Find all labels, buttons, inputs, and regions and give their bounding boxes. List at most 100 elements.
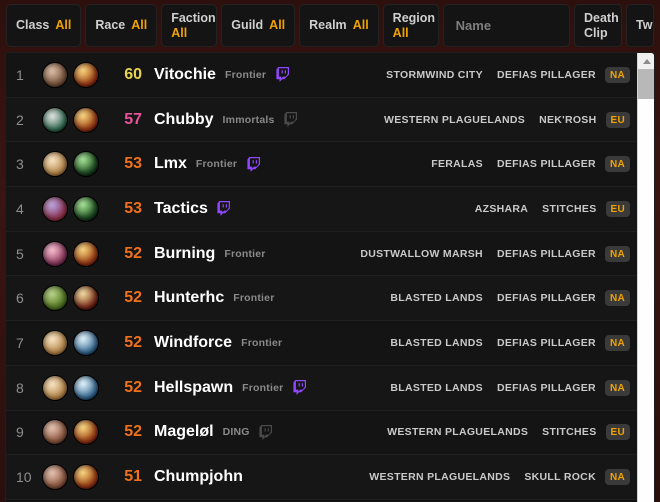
row-realm: NEK'ROSH (539, 113, 597, 126)
filter-button-guild[interactable]: Guild All (221, 4, 296, 47)
row-region-badge: NA (604, 334, 630, 351)
row-character-name[interactable]: Burning (154, 245, 215, 263)
table-row[interactable]: 10 51 Chumpjohn WESTERN PLAGUELANDS SKULL RO… (6, 455, 638, 500)
row-guild[interactable]: Immortals (223, 114, 275, 126)
row-zone: WESTERN PLAGUELANDS (387, 426, 529, 439)
scrollbar-track[interactable] (638, 99, 654, 502)
human-female-portrait (42, 374, 68, 401)
row-realm: STITCHES (542, 202, 597, 215)
filter-value-guild: All (269, 18, 286, 33)
row-icons (42, 240, 99, 267)
row-icons (42, 61, 99, 88)
filter-button-realm[interactable]: Realm All (299, 4, 379, 47)
row-guild[interactable]: Frontier (225, 69, 266, 81)
table-row[interactable]: 8 52 Hellspawn Frontier BLASTED LANDS DEFIAS … (6, 365, 638, 411)
row-character-name[interactable]: Chubby (154, 111, 214, 129)
table-row[interactable]: 1 60 Vitochie Frontier STORMWIND CITY DEFIAS … (6, 53, 638, 98)
row-icons (42, 374, 99, 401)
filter-button-region[interactable]: Region All (382, 4, 439, 47)
death-clip-label-line1: Death (584, 11, 619, 26)
twitch-icon[interactable] (292, 380, 307, 396)
human-female-portrait (42, 329, 68, 356)
row-level: 52 (124, 244, 142, 262)
row-guild[interactable]: Frontier (241, 337, 282, 349)
row-region-badge: NA (604, 66, 630, 83)
row-character-name[interactable]: Windforce (154, 334, 232, 352)
scrollbar-thumb[interactable] (638, 69, 654, 99)
table-row[interactable]: 2 57 Chubby Immortals WESTERN PLAGUELANDS NEK… (6, 97, 638, 143)
dwarf-male-portrait (42, 464, 68, 491)
row-region-badge: NA (604, 156, 630, 173)
death-clip-label-line2: Clip (584, 25, 608, 40)
row-icons (42, 329, 99, 356)
row-character-name[interactable]: Mageløl (154, 423, 214, 441)
row-character-name[interactable]: Chumpjohn (154, 468, 243, 486)
row-rank: 1 (16, 66, 24, 83)
row-guild[interactable]: DING (223, 426, 250, 438)
row-guild[interactable]: Frontier (233, 292, 274, 304)
row-level: 52 (124, 289, 142, 307)
row-level: 60 (124, 65, 142, 83)
row-zone: FERALAS (431, 158, 483, 171)
row-icons (42, 195, 99, 222)
table-row[interactable]: 9 52 Mageløl DING WESTERN PLAGUELANDS STITCHE… (6, 410, 638, 456)
dwarf-male-portrait (42, 419, 68, 446)
row-realm: DEFIAS PILLAGER (496, 68, 596, 81)
twitch-filter-label: Tw (636, 18, 653, 33)
filter-button-race[interactable]: Race All (85, 4, 158, 47)
row-character-name[interactable]: Vitochie (154, 66, 216, 84)
vertical-scrollbar[interactable] (637, 53, 654, 502)
table-row[interactable]: 7 52 Windforce Frontier BLASTED LANDS DEFIAS … (6, 321, 638, 366)
row-region-badge: EU (605, 200, 630, 217)
row-icons (42, 285, 99, 312)
death-clip-filter-button[interactable]: Death Clip (574, 4, 622, 47)
twitch-icon[interactable] (217, 201, 232, 217)
row-zone: WESTERN PLAGUELANDS (369, 471, 511, 484)
filter-label-faction: Faction (171, 11, 216, 26)
search-input[interactable]: Name (442, 4, 570, 47)
row-rank: 7 (16, 334, 24, 351)
row-guild[interactable]: Frontier (242, 382, 283, 394)
scroll-up-button[interactable] (638, 53, 654, 69)
filter-button-class[interactable]: Class All (6, 4, 82, 47)
hunter-class-icon (73, 151, 99, 178)
warrior-class-icon (73, 419, 99, 446)
table-row[interactable]: 4 53 Tactics AZSHARA STITCHES EU (6, 187, 638, 232)
table-row[interactable]: 6 52 Hunterhc Frontier BLASTED LANDS DEFIAS P… (6, 276, 638, 322)
row-character-name[interactable]: Hellspawn (154, 379, 233, 397)
row-guild[interactable]: Frontier (224, 248, 265, 260)
row-character-name[interactable]: Tactics (154, 200, 208, 218)
warrior-class-icon (73, 240, 99, 267)
row-zone: BLASTED LANDS (390, 381, 483, 394)
row-zone: BLASTED LANDS (390, 336, 483, 349)
twitch-icon[interactable] (275, 67, 290, 83)
table-row[interactable]: 5 52 Burning Frontier DUSTWALLOW MARSH DEFIAS… (6, 231, 638, 277)
row-realm: DEFIAS PILLAGER (496, 158, 596, 171)
row-character-name[interactable]: Hunterhc (154, 289, 224, 307)
row-rank: 10 (16, 469, 32, 486)
filter-label-race: Race (95, 18, 126, 33)
twitch-filter-button[interactable]: Tw (626, 4, 654, 47)
filter-value-race: All (131, 18, 148, 33)
filter-label-class: Class (16, 18, 50, 33)
row-character-name[interactable]: Lmx (154, 155, 187, 173)
row-rank: 5 (16, 245, 24, 262)
row-zone: BLASTED LANDS (390, 292, 483, 305)
twitch-icon[interactable] (284, 112, 299, 128)
row-guild[interactable]: Frontier (196, 158, 237, 170)
row-level: 52 (124, 378, 142, 396)
row-rank: 4 (16, 200, 24, 217)
row-rank: 2 (16, 111, 24, 128)
row-level: 53 (124, 155, 142, 173)
twitch-icon[interactable] (259, 424, 274, 440)
warrior-class-icon (73, 464, 99, 491)
row-zone: DUSTWALLOW MARSH (360, 247, 483, 260)
table-row[interactable]: 3 53 Lmx Frontier FERALAS DEFIAS PILLAGER NA (6, 142, 638, 188)
row-level: 52 (124, 333, 142, 351)
chevron-up-icon (642, 58, 651, 64)
twitch-icon[interactable] (246, 156, 261, 172)
filter-button-faction[interactable]: Faction All (161, 4, 218, 47)
row-icons (42, 419, 99, 446)
dwarf-male-portrait (42, 61, 68, 88)
gnome-female-portrait (42, 240, 68, 267)
